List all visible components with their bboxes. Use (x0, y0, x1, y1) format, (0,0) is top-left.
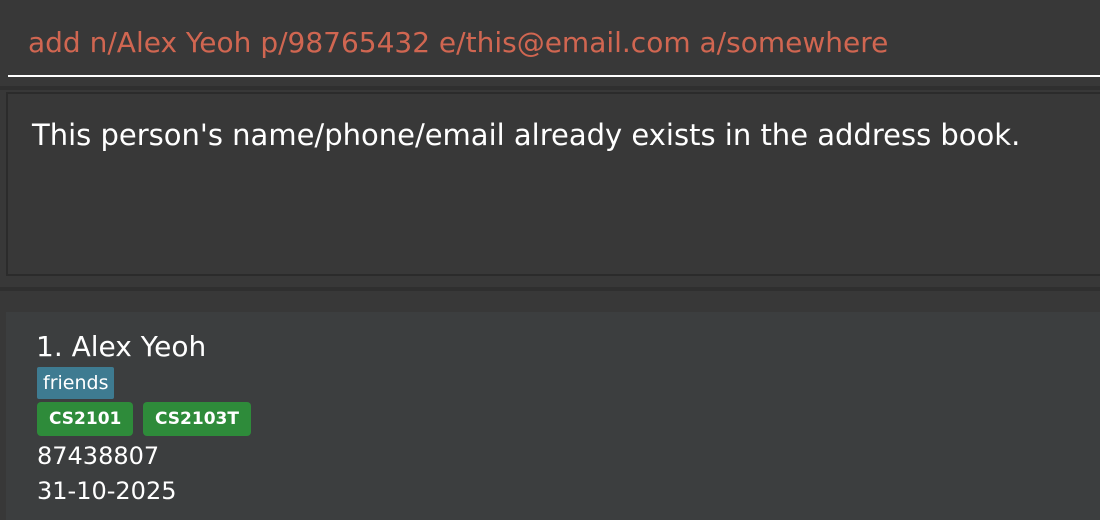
person-list[interactable]: 1. Alex Yeoh friends CS2101 CS2103T 8743… (0, 291, 1100, 520)
command-input-underline (8, 75, 1100, 77)
person-card[interactable]: 1. Alex Yeoh friends CS2101 CS2103T 8743… (6, 312, 1100, 520)
address-book-app: This person's name/phone/email already e… (0, 0, 1100, 520)
person-phone: 87438807 (37, 442, 160, 470)
person-date: 31-10-2025 (37, 477, 177, 505)
result-message: This person's name/phone/email already e… (32, 118, 1021, 152)
command-box (0, 0, 1100, 86)
module-tag: CS2103T (143, 402, 251, 436)
tag-friends: friends (37, 367, 115, 399)
section-divider (0, 86, 1100, 90)
result-display: This person's name/phone/email already e… (6, 92, 1100, 276)
command-input[interactable] (8, 14, 1100, 70)
module-tag: CS2101 (37, 402, 134, 436)
person-name: 1. Alex Yeoh (36, 330, 207, 363)
